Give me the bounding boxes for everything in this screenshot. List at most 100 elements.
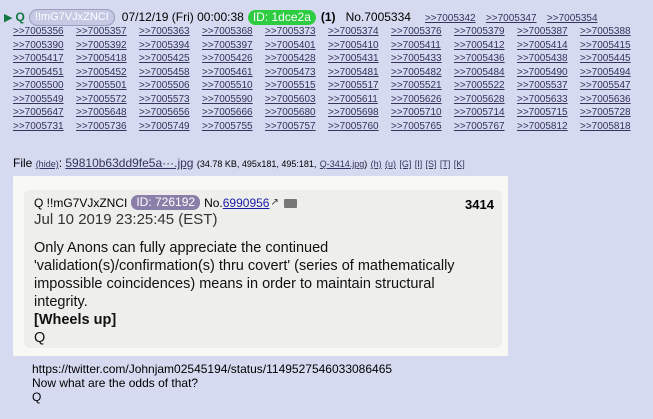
reply-link[interactable]: >>7005397 [202,39,265,53]
original-filename-link[interactable]: Q-3414.jpg [320,159,365,169]
reply-link[interactable]: >>7005412 [454,39,517,53]
reply-link[interactable]: >>7005373 [265,25,328,39]
reply-link[interactable]: >>7005445 [580,52,643,66]
reply-link[interactable]: >>7005648 [76,106,139,120]
reply-link[interactable]: >>7005680 [265,106,328,120]
reply-link[interactable]: >>7005461 [202,66,265,80]
reply-link[interactable]: >>7005410 [328,39,391,53]
reply-link[interactable]: >>7005494 [580,66,643,80]
reply-link[interactable]: >>7005425 [139,52,202,66]
file-tool-link[interactable]: [S] [426,159,437,169]
reply-link[interactable]: >>7005379 [454,25,517,39]
reply-link[interactable]: >>7005473 [265,66,328,80]
reply-link[interactable]: >>7005433 [391,52,454,66]
reply-link[interactable]: >>7005438 [517,52,580,66]
reply-link[interactable]: >>7005698 [328,106,391,120]
reply-link[interactable]: >>7005812 [517,120,580,134]
reply-link[interactable]: >>7005590 [202,93,265,107]
reply-link[interactable]: >>7005342 [425,13,476,24]
reply-link[interactable]: >>7005392 [76,39,139,53]
reply-link[interactable]: >>7005354 [547,13,598,24]
reply-link[interactable]: >>7005356 [13,25,76,39]
reply-link[interactable]: >>7005666 [202,106,265,120]
reply-link[interactable]: >>7005428 [265,52,328,66]
reply-link[interactable]: >>7005714 [454,106,517,120]
reply-link[interactable]: >>7005387 [517,25,580,39]
reply-link[interactable]: >>7005628 [454,93,517,107]
file-tool-link[interactable]: [T] [440,159,451,169]
reply-link[interactable]: >>7005490 [517,66,580,80]
external-link-icon: ↗ [270,197,279,208]
file-tool-link[interactable]: [G] [399,159,411,169]
file-name-link[interactable]: 59810b63dd9fe5a···.jpg [65,156,193,170]
reply-link[interactable]: >>7005506 [139,79,202,93]
reply-link[interactable]: >>7005573 [139,93,202,107]
reply-link[interactable]: >>7005481 [328,66,391,80]
reply-link[interactable]: >>7005636 [580,93,643,107]
file-tool-link[interactable]: [I] [415,159,423,169]
reply-link[interactable]: >>7005347 [486,13,537,24]
reply-link[interactable]: >>7005426 [202,52,265,66]
reply-link[interactable]: >>7005510 [202,79,265,93]
reply-link[interactable]: >>7005603 [265,93,328,107]
reply-link[interactable]: >>7005401 [265,39,328,53]
reply-link[interactable]: >>7005500 [13,79,76,93]
reply-link[interactable]: >>7005515 [265,79,328,93]
reply-link[interactable]: >>7005363 [139,25,202,39]
reply-link[interactable]: >>7005415 [580,39,643,53]
reply-link[interactable]: >>7005484 [454,66,517,80]
reply-link[interactable]: >>7005452 [76,66,139,80]
reply-link[interactable]: >>7005728 [580,106,643,120]
reply-link[interactable]: >>7005521 [391,79,454,93]
reply-link[interactable]: >>7005633 [517,93,580,107]
reply-link[interactable]: >>7005501 [76,79,139,93]
reply-link[interactable]: >>7005765 [391,120,454,134]
reply-link[interactable]: >>7005436 [454,52,517,66]
reply-link[interactable]: >>7005388 [580,25,643,39]
reply-link[interactable]: >>7005451 [13,66,76,80]
reply-link[interactable]: >>7005715 [517,106,580,120]
attached-image[interactable]: Q !!mG7VJxZNCI ID: 726192 No. 6990956 ↗ 3… [13,176,508,356]
reply-link[interactable]: >>7005390 [13,39,76,53]
reply-link[interactable]: >>7005547 [580,79,643,93]
reply-link[interactable]: >>7005710 [391,106,454,120]
reply-link[interactable]: >>7005611 [328,93,391,107]
reply-link[interactable]: >>7005549 [13,93,76,107]
reply-link[interactable]: >>7005517 [328,79,391,93]
reply-link[interactable]: >>7005656 [139,106,202,120]
triangle-icon[interactable]: ▶ [4,11,12,24]
reply-link[interactable]: >>7005414 [517,39,580,53]
reply-link[interactable]: >>7005749 [139,120,202,134]
reply-link[interactable]: >>7005572 [76,93,139,107]
reply-link[interactable]: >>7005757 [265,120,328,134]
reply-link[interactable]: >>7005418 [76,52,139,66]
folder-icon [283,199,297,208]
reply-link[interactable]: >>7005522 [454,79,517,93]
reply-link[interactable]: >>7005818 [580,120,643,134]
reply-link[interactable]: >>7005755 [202,120,265,134]
reply-link[interactable]: >>7005357 [76,25,139,39]
reply-link[interactable]: >>7005537 [517,79,580,93]
reply-link[interactable]: >>7005374 [328,25,391,39]
reply-link[interactable]: >>7005647 [13,106,76,120]
reply-link[interactable]: >>7005411 [391,39,454,53]
reply-link[interactable]: >>7005760 [328,120,391,134]
reply-link[interactable]: >>7005736 [76,120,139,134]
reply-link[interactable]: >>7005482 [391,66,454,80]
reply-link[interactable]: >>7005376 [391,25,454,39]
reply-link[interactable]: >>7005731 [13,120,76,134]
reply-link[interactable]: >>7005767 [454,120,517,134]
hide-file-link[interactable]: (hide) [36,159,59,169]
file-tool-link[interactable]: (u) [385,159,396,169]
reply-link[interactable]: >>7005394 [139,39,202,53]
reply-link[interactable]: >>7005626 [391,93,454,107]
reply-link[interactable]: >>7005431 [328,52,391,66]
reply-link[interactable]: >>7005368 [202,25,265,39]
poster-id-badge[interactable]: ID: 1dce2a [247,9,316,25]
reply-link[interactable]: >>7005458 [139,66,202,80]
reply-link[interactable]: >>7005417 [13,52,76,66]
post-number[interactable]: No.7005334 [346,10,411,24]
file-tool-link[interactable]: [K] [454,159,465,169]
file-tool-link[interactable]: (h) [371,159,382,169]
tweet-url: https://twitter.com/Johnjam02545194/stat… [32,362,393,376]
